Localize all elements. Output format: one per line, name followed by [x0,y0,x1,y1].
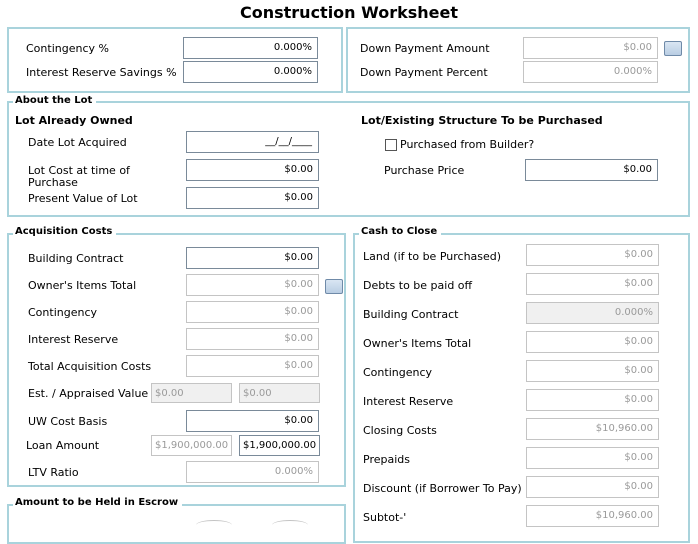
ctc-land-label: Land (if to be Purchased) [363,250,502,263]
about-lot-legend: About the Lot [13,95,97,106]
purchased-from-builder-checkbox[interactable] [385,139,397,151]
acq-contingency-label: Contingency [28,306,98,319]
loan-amount-label: Loan Amount [26,439,100,452]
ctc-land-field: $0.00 [526,244,659,266]
acq-building-contract-input[interactable]: $0.00 [186,247,319,269]
ctc-building-contract-field: 0.000% [526,302,659,324]
page-title: Construction Worksheet [239,3,458,22]
ctc-prepaids-field: $0.00 [526,447,659,469]
date-lot-acquired-input[interactable]: __/__/____ [186,131,319,153]
ctc-owners-items-label: Owner's Items Total [363,337,472,350]
acq-building-contract-label: Building Contract [28,252,124,265]
est-appraised-value-label: Est. / Appraised Value [28,387,149,400]
down-payment-percent-label: Down Payment Percent [360,66,488,79]
present-value-label: Present Value of Lot [28,192,138,205]
uw-cost-basis-input[interactable]: $0.00 [186,410,319,432]
ctc-prepaids-label: Prepaids [363,453,410,466]
ctc-subtotal-field: $10,960.00 [526,505,659,527]
acq-total-label: Total Acquisition Costs [28,360,152,373]
ltv-ratio-label: LTV Ratio [28,466,79,479]
uw-cost-basis-label: UW Cost Basis [28,415,108,428]
acquisition-costs-legend: Acquisition Costs [13,226,117,237]
appraised-value-field: $0.00 [239,383,320,403]
down-payment-percent-field: 0.000% [523,61,658,83]
cash-to-close-legend: Cash to Close [359,226,442,237]
down-payment-calculator-button[interactable] [664,41,682,56]
ctc-building-contract-label: Building Contract [363,308,459,321]
acq-contingency-field: $0.00 [186,301,319,323]
purchased-from-builder-label: Purchased from Builder? [400,138,535,151]
ctc-owners-items-field: $0.00 [526,331,659,353]
acq-interest-reserve-field: $0.00 [186,328,319,350]
ctc-contingency-label: Contingency [363,366,433,379]
escrow-field-edge [196,520,232,530]
acq-owners-items-label: Owner's Items Total [28,279,137,292]
owners-items-calculator-button[interactable] [325,279,343,294]
ctc-closing-costs-field: $10,960.00 [526,418,659,440]
acq-interest-reserve-label: Interest Reserve [28,333,119,346]
ctc-contingency-field: $0.00 [526,360,659,382]
loan-amount-calculated-field: $1,900,000.00 [151,435,232,456]
lot-purchase-heading: Lot/Existing Structure To be Purchased [361,114,603,127]
lot-cost-label: Lot Cost at time of Purchase [28,164,130,189]
ctc-closing-costs-label: Closing Costs [363,424,437,437]
est-value-field: $0.00 [151,383,232,403]
contingency-pct-input[interactable]: 0.000% [183,37,318,59]
down-payment-amount-label: Down Payment Amount [360,42,490,55]
interest-reserve-savings-input[interactable]: 0.000% [183,61,318,83]
purchase-price-input[interactable]: $0.00 [525,159,658,181]
ctc-interest-reserve-field: $0.00 [526,389,659,411]
lot-cost-input[interactable]: $0.00 [186,159,319,181]
ctc-subtotal-label: Subtot-' [363,511,407,524]
ctc-discount-field: $0.00 [526,476,659,498]
contingency-pct-label: Contingency % [26,42,109,55]
interest-reserve-savings-label: Interest Reserve Savings % [26,66,177,79]
lot-owned-heading: Lot Already Owned [15,114,133,127]
ltv-ratio-field: 0.000% [186,461,319,483]
ctc-interest-reserve-label: Interest Reserve [363,395,454,408]
acq-total-field: $0.00 [186,355,319,377]
ctc-debts-field: $0.00 [526,273,659,295]
date-lot-acquired-label: Date Lot Acquired [28,136,127,149]
acq-owners-items-field: $0.00 [186,274,319,296]
loan-amount-input[interactable]: $1,900,000.00 [239,435,320,456]
escrow-legend: Amount to be Held in Escrow [13,497,183,508]
ctc-discount-label: Discount (if Borrower To Pay) [363,482,522,495]
down-payment-amount-field: $0.00 [523,37,658,59]
ctc-debts-label: Debts to be paid off [363,279,473,292]
purchase-price-label: Purchase Price [384,164,465,177]
present-value-input[interactable]: $0.00 [186,187,319,209]
escrow-field-edge [272,520,308,530]
